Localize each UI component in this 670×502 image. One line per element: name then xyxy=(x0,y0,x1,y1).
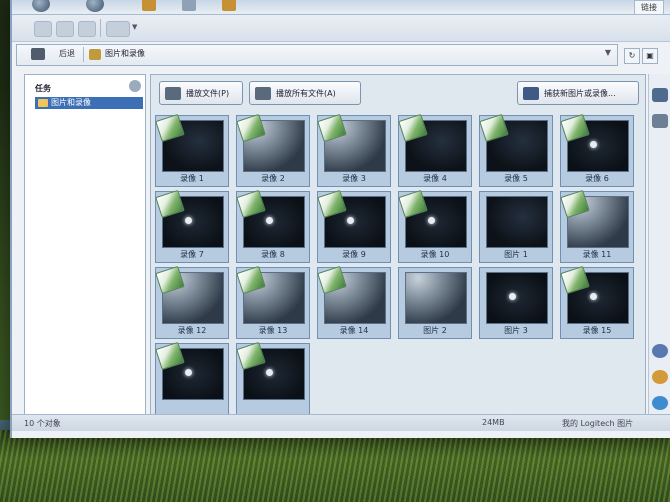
bright-spot xyxy=(266,369,273,376)
thumbnail-item[interactable]: 录像 11 xyxy=(560,189,634,263)
folders-icon[interactable] xyxy=(222,0,236,11)
bright-spot xyxy=(590,293,597,300)
thumbnail-label: 录像 13 xyxy=(258,326,288,335)
bright-spot xyxy=(185,369,192,376)
thumbnail-label: 录像 1 xyxy=(180,174,204,183)
toolbar-close-icon[interactable] xyxy=(78,21,96,37)
bright-spot xyxy=(185,217,192,224)
pictures-icon xyxy=(38,99,48,107)
camera-strip-icon[interactable] xyxy=(652,88,668,102)
thumbnail-label: 录像 12 xyxy=(177,326,207,335)
status-size: 24MB xyxy=(482,418,505,427)
toolbar-separator xyxy=(100,19,101,37)
toolbar-forward-icon[interactable] xyxy=(56,21,74,37)
thumbnail-image xyxy=(486,272,548,324)
clock-strip-icon[interactable] xyxy=(652,370,668,384)
thumbnail-item[interactable]: 图片 2 xyxy=(398,267,472,339)
thumbnail-label: 录像 4 xyxy=(423,174,447,183)
nav-item-label: 图片和录像 xyxy=(51,98,91,107)
globe-strip-icon[interactable] xyxy=(652,396,668,410)
bright-spot xyxy=(266,217,273,224)
bright-spot xyxy=(428,217,435,224)
nav-header: 任务 xyxy=(35,84,51,93)
content-pane: 播放文件(P) 播放所有文件(A) 捕获新图片或录像... 录像 1 录像 2 录像… xyxy=(150,74,646,416)
thumbnail-item[interactable]: 图片 1 xyxy=(479,191,553,263)
address-chevron-down-icon[interactable]: ▼ xyxy=(605,48,611,57)
links-button[interactable]: 链接 xyxy=(634,0,664,15)
thumbnail-label: 图片 1 xyxy=(504,250,528,259)
views-icon[interactable] xyxy=(106,21,130,37)
address-path[interactable]: 图片和录像 xyxy=(105,48,145,59)
thumbnail-label: 录像 10 xyxy=(420,250,450,259)
thumbnail-item[interactable]: 录像 12 xyxy=(155,265,229,339)
left-nav-pane: 任务 图片和录像 xyxy=(24,74,146,416)
status-bar: 10 个对象 24MB 我的 Logitech 图片 xyxy=(12,414,670,431)
page-icon[interactable]: ▣ xyxy=(642,48,658,64)
search-icon[interactable] xyxy=(182,0,196,11)
status-object-count: 10 个对象 xyxy=(24,419,61,428)
bright-spot xyxy=(509,293,516,300)
thumbnail-label: 录像 6 xyxy=(585,174,609,183)
address-separator xyxy=(83,47,84,62)
thumbnail-item[interactable]: 录像 3 xyxy=(317,113,391,187)
desktop-grass xyxy=(0,430,670,502)
thumbnail-label: 录像 7 xyxy=(180,250,204,259)
address-back-label[interactable]: 后退 xyxy=(59,48,75,59)
thumbnail-item[interactable]: 录像 1 xyxy=(155,113,229,187)
thumbnail-label: 录像 9 xyxy=(342,250,366,259)
thumbnail-label: 录像 11 xyxy=(582,250,612,259)
thumbnail-label: 图片 2 xyxy=(423,326,447,335)
thumbnail-item[interactable]: 录像 9 xyxy=(317,189,391,263)
thumbnail-image xyxy=(486,196,548,248)
thumbnail-item[interactable]: 图片 3 xyxy=(479,267,553,339)
back-icon[interactable] xyxy=(32,0,50,12)
thumbnail-item[interactable]: 录像 6 xyxy=(560,113,634,187)
thumbnail-item[interactable]: 录像 13 xyxy=(236,265,310,339)
thumbnail-item[interactable]: 录像 5 xyxy=(479,113,553,187)
explorer-window: 链接 ▼ 后退 图片和录像 ▼ ↻ ▣ 任务 图片和录像 播放文件(P) 播放所… xyxy=(10,0,670,438)
folder-icon[interactable] xyxy=(142,0,156,11)
views-chevron-down-icon[interactable]: ▼ xyxy=(132,23,137,31)
thumbnail-item[interactable]: 录像 4 xyxy=(398,113,472,187)
webcam-strip-icon[interactable] xyxy=(652,114,668,128)
status-location: 我的 Logitech 图片 xyxy=(562,419,634,428)
thumbnail-label: 录像 14 xyxy=(339,326,369,335)
thumbnail-item[interactable]: 录像 10 xyxy=(398,189,472,263)
toolbar-back-icon[interactable] xyxy=(34,21,52,37)
pictures-folder-icon xyxy=(89,49,101,60)
thumbnail-grid: 录像 1 录像 2 录像 3 录像 4 录像 5 录像 6 录像 7 录像 8 录像 9 录像 1… xyxy=(151,75,645,415)
bright-spot xyxy=(590,141,597,148)
thumbnail-item[interactable]: 录像 14 xyxy=(317,265,391,339)
thumbnail-item[interactable]: 录像 15 xyxy=(560,265,634,339)
thumbnail-item[interactable]: 录像 8 xyxy=(236,189,310,263)
refresh-icon[interactable]: ↻ xyxy=(624,48,640,64)
collapse-icon[interactable] xyxy=(129,80,141,92)
user-strip-icon[interactable] xyxy=(652,344,668,358)
right-strip xyxy=(648,74,670,414)
forward-icon[interactable] xyxy=(86,0,104,12)
thumbnail-image xyxy=(405,272,467,324)
nav-item-pictures[interactable]: 图片和录像 xyxy=(35,97,143,109)
thumbnail-item[interactable]: 录像 7 xyxy=(155,189,229,263)
thumbnail-label: 录像 8 xyxy=(261,250,285,259)
thumbnail-item[interactable]: 录像 2 xyxy=(236,113,310,187)
thumbnail-item[interactable] xyxy=(236,341,310,415)
address-bar: 后退 图片和录像 ▼ xyxy=(16,44,618,66)
bright-spot xyxy=(347,217,354,224)
thumbnail-label: 图片 3 xyxy=(504,326,528,335)
address-back-icon[interactable] xyxy=(31,48,45,60)
title-bar: 链接 xyxy=(12,0,670,15)
thumbnail-label: 录像 15 xyxy=(582,326,612,335)
thumbnail-label: 录像 2 xyxy=(261,174,285,183)
toolbar: ▼ xyxy=(12,15,670,42)
thumbnail-label: 录像 3 xyxy=(342,174,366,183)
thumbnail-item[interactable] xyxy=(155,341,229,415)
thumbnail-label: 录像 5 xyxy=(504,174,528,183)
